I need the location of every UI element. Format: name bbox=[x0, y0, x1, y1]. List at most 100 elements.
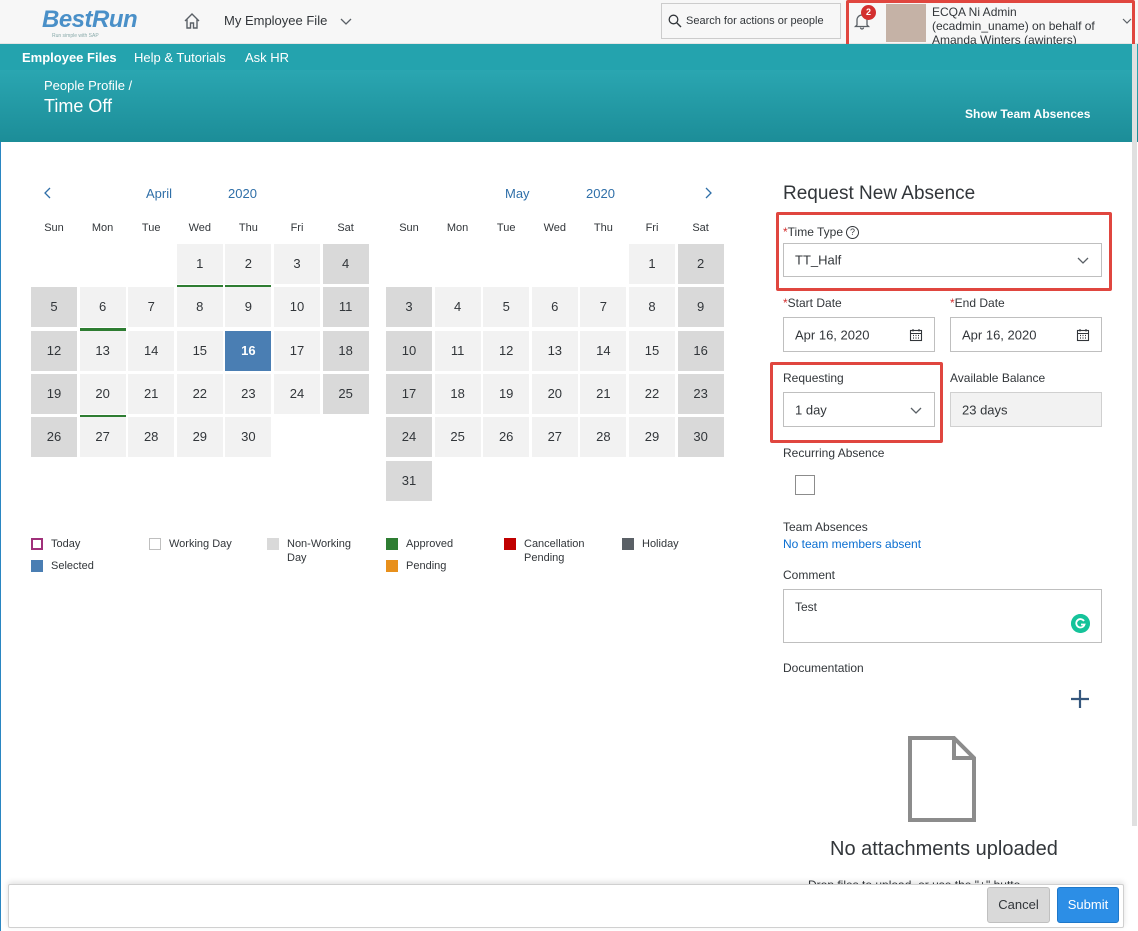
calendar-day[interactable]: 30 bbox=[225, 417, 272, 458]
grammarly-icon[interactable] bbox=[1071, 614, 1090, 633]
calendar-day[interactable]: 19 bbox=[483, 373, 530, 414]
breadcrumb[interactable]: People Profile / bbox=[44, 78, 132, 93]
calendar-day[interactable]: 15 bbox=[176, 330, 223, 371]
cancel-button[interactable]: Cancel bbox=[987, 887, 1050, 923]
calendar-day[interactable]: 10 bbox=[386, 330, 432, 371]
calendar-day[interactable]: 8 bbox=[629, 287, 675, 328]
calendar-day[interactable]: 11 bbox=[434, 330, 481, 371]
calendar-day[interactable]: 15 bbox=[629, 330, 675, 371]
add-attachment-icon[interactable] bbox=[1070, 688, 1090, 710]
calendar-day[interactable]: 23 bbox=[225, 373, 272, 414]
calendar-day[interactable]: 16 bbox=[225, 330, 272, 371]
calendar-day[interactable]: 24 bbox=[386, 417, 432, 458]
calendar-icon[interactable] bbox=[1076, 328, 1090, 342]
calendar-day[interactable]: 26 bbox=[31, 417, 77, 458]
calendar-day[interactable]: 13 bbox=[79, 330, 126, 371]
calendar-day[interactable]: 3 bbox=[274, 244, 320, 284]
calendar-day[interactable]: 25 bbox=[322, 373, 369, 414]
calendar-day[interactable]: 1 bbox=[176, 244, 223, 288]
calendar-day[interactable]: 5 bbox=[483, 287, 530, 328]
weekday-header: Fri bbox=[290, 222, 304, 234]
april-year-label[interactable]: 2020 bbox=[228, 186, 257, 201]
end-date-field[interactable]: Apr 16, 2020 bbox=[950, 317, 1102, 352]
calendar-day[interactable]: 24 bbox=[274, 373, 320, 414]
chevron-left-icon[interactable] bbox=[42, 186, 54, 200]
calendar-day[interactable]: 11 bbox=[322, 287, 369, 328]
subnav-help-tutorials[interactable]: Help & Tutorials bbox=[134, 50, 226, 65]
calendar-day[interactable]: 1 bbox=[629, 244, 675, 284]
calendar-day[interactable]: 21 bbox=[128, 373, 175, 414]
calendar-day[interactable]: 7 bbox=[128, 287, 175, 328]
calendar-day[interactable]: 4 bbox=[322, 244, 369, 284]
start-date-field[interactable]: Apr 16, 2020 bbox=[783, 317, 935, 352]
calendar-day[interactable]: 28 bbox=[580, 417, 627, 458]
user-proxy-line[interactable]: (ecadmin_uname) on behalf of bbox=[932, 19, 1095, 33]
calendar-day[interactable]: 8 bbox=[176, 287, 223, 328]
calendar-day[interactable]: 10 bbox=[274, 287, 320, 328]
calendar-day[interactable]: 5 bbox=[31, 287, 77, 328]
calendar-day[interactable]: 25 bbox=[434, 417, 481, 458]
calendar-day[interactable]: 4 bbox=[434, 287, 481, 328]
calendar-day[interactable]: 16 bbox=[677, 330, 724, 371]
calendar-day[interactable]: 17 bbox=[274, 330, 320, 371]
calendar-day[interactable]: 3 bbox=[386, 287, 432, 328]
calendar-day[interactable]: 19 bbox=[31, 373, 77, 414]
calendar-day[interactable]: 17 bbox=[386, 373, 432, 414]
user-behalf-line[interactable]: Amanda Winters (awinters) bbox=[932, 33, 1077, 44]
calendar-day[interactable]: 2 bbox=[225, 244, 272, 288]
calendar-day[interactable]: 22 bbox=[176, 373, 223, 414]
april-month-label[interactable]: April bbox=[146, 186, 172, 201]
calendar-day[interactable]: 12 bbox=[31, 330, 77, 371]
calendar-day[interactable]: 14 bbox=[580, 330, 627, 371]
calendar-day[interactable]: 18 bbox=[434, 373, 481, 414]
chevron-right-icon[interactable] bbox=[702, 186, 714, 200]
avatar[interactable] bbox=[886, 4, 926, 42]
requesting-select[interactable]: 1 day bbox=[783, 392, 935, 427]
may-year-label[interactable]: 2020 bbox=[586, 186, 615, 201]
recurring-absence-checkbox[interactable] bbox=[795, 475, 815, 495]
submit-button[interactable]: Submit bbox=[1057, 887, 1119, 923]
comment-textarea[interactable]: Test bbox=[783, 589, 1102, 643]
calendar-day[interactable]: 21 bbox=[580, 373, 627, 414]
legend-label: Today bbox=[51, 538, 81, 550]
calendar-day[interactable]: 30 bbox=[677, 417, 724, 458]
calendar-day[interactable]: 23 bbox=[677, 373, 724, 414]
calendar-day[interactable]: 6 bbox=[79, 287, 126, 332]
subnav-ask-hr[interactable]: Ask HR bbox=[245, 50, 289, 65]
time-type-select[interactable]: TT_Half bbox=[783, 243, 1102, 277]
calendar-day[interactable]: 2 bbox=[677, 244, 724, 284]
calendar-day[interactable]: 20 bbox=[79, 373, 126, 418]
chevron-down-icon[interactable] bbox=[1122, 16, 1132, 26]
calendar-day[interactable]: 22 bbox=[629, 373, 675, 414]
team-absences-link[interactable]: No team members absent bbox=[783, 537, 921, 551]
show-team-absences-link[interactable]: Show Team Absences bbox=[965, 107, 1090, 121]
calendar-day[interactable]: 31 bbox=[386, 460, 432, 501]
module-selector[interactable]: My Employee File bbox=[224, 13, 327, 28]
subnav-employee-files[interactable]: Employee Files bbox=[22, 50, 117, 65]
footer-bar bbox=[8, 884, 1124, 928]
calendar-day[interactable]: 7 bbox=[580, 287, 627, 328]
calendar-day[interactable]: 9 bbox=[677, 287, 724, 328]
search-input[interactable]: Search for actions or people bbox=[661, 3, 841, 39]
help-icon[interactable]: ? bbox=[846, 226, 860, 240]
chevron-down-icon[interactable] bbox=[340, 15, 352, 27]
user-name[interactable]: ECQA Ni Admin bbox=[932, 5, 1017, 19]
calendar-day[interactable]: 27 bbox=[79, 417, 126, 458]
calendar-day[interactable]: 14 bbox=[128, 330, 175, 371]
calendar-day[interactable]: 27 bbox=[531, 417, 578, 458]
calendar-day[interactable]: 29 bbox=[176, 417, 223, 458]
calendar-day[interactable]: 13 bbox=[531, 330, 578, 371]
calendar-day[interactable]: 20 bbox=[531, 373, 578, 414]
calendar-day[interactable]: 6 bbox=[531, 287, 578, 328]
home-icon[interactable] bbox=[183, 12, 201, 30]
calendar-icon[interactable] bbox=[909, 328, 923, 342]
scrollbar[interactable] bbox=[1132, 44, 1137, 826]
calendar-day[interactable]: 18 bbox=[322, 330, 369, 371]
calendar-day[interactable]: 9 bbox=[225, 287, 272, 328]
calendar-day[interactable]: 28 bbox=[128, 417, 175, 458]
calendar-day[interactable]: 26 bbox=[483, 417, 530, 458]
calendar-day[interactable]: 12 bbox=[483, 330, 530, 371]
calendar-day[interactable]: 29 bbox=[629, 417, 675, 458]
may-month-label[interactable]: May bbox=[505, 186, 530, 201]
bestrun-logo[interactable]: BestRun Run simple with SAP bbox=[42, 6, 138, 40]
